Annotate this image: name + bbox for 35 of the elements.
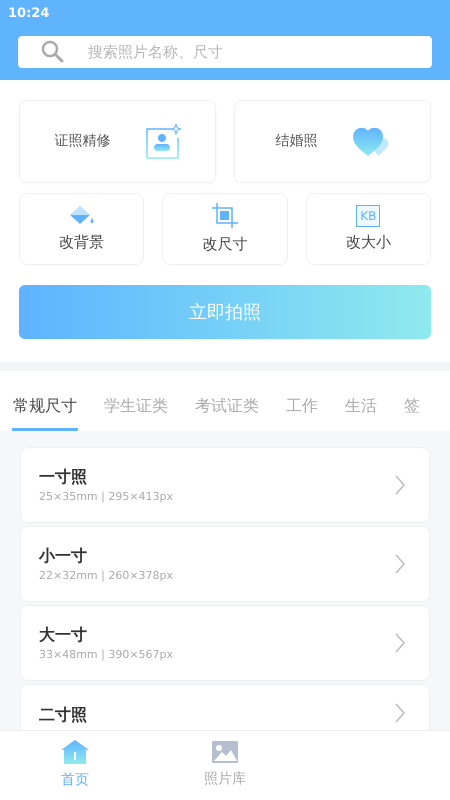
kb-badge: KB [356,204,380,227]
tool-label: 改尺寸 [202,234,248,255]
chevron-icon [395,633,405,653]
tool-label: 改背景 [59,232,104,253]
search-icon [40,39,66,65]
feature-card[interactable]: 结婚照 [234,100,431,183]
portrait-icon [144,124,180,160]
crop-icon [212,202,238,229]
chevron-icon [395,554,405,574]
size-detail: 25×35mm | 295×413px [39,488,174,505]
size-card[interactable]: 大一寸 33×48mm | 390×567px [20,605,430,681]
feature-label: 证照精修 [54,132,110,151]
size-card[interactable]: 一寸照 25×35mm | 295×413px [20,447,430,523]
size-title: 大一寸 [39,624,88,646]
size-title: 一寸照 [39,466,88,488]
heart-icon [352,126,390,158]
tool-card[interactable]: 改尺寸 [162,193,288,265]
tool-card[interactable]: KB 改大小 [306,193,431,265]
paint-bucket-icon [68,204,95,227]
size-title: 二寸照 [39,704,88,726]
size-title: 小一寸 [39,544,88,567]
status-time: 10:24 [8,5,50,24]
size-card[interactable]: 二寸照 [20,684,430,730]
feature-card[interactable]: 证照精修 [19,100,216,183]
home-icon [61,740,89,764]
feature-label: 结婚照 [276,132,318,151]
size-detail: 33×48mm | 390×567px [39,646,174,663]
image-icon [212,741,238,763]
size-detail: 22×32mm | 260×378px [39,568,174,584]
chevron-icon [395,475,405,495]
tool-card[interactable]: 改背景 [19,193,144,265]
chevron-icon [395,703,405,723]
tool-label: 改大小 [346,232,391,253]
search-field[interactable]: 搜索照片名称、尺寸 [18,36,432,68]
size-card[interactable]: 小一寸 22×32mm | 260×378px [20,526,430,602]
